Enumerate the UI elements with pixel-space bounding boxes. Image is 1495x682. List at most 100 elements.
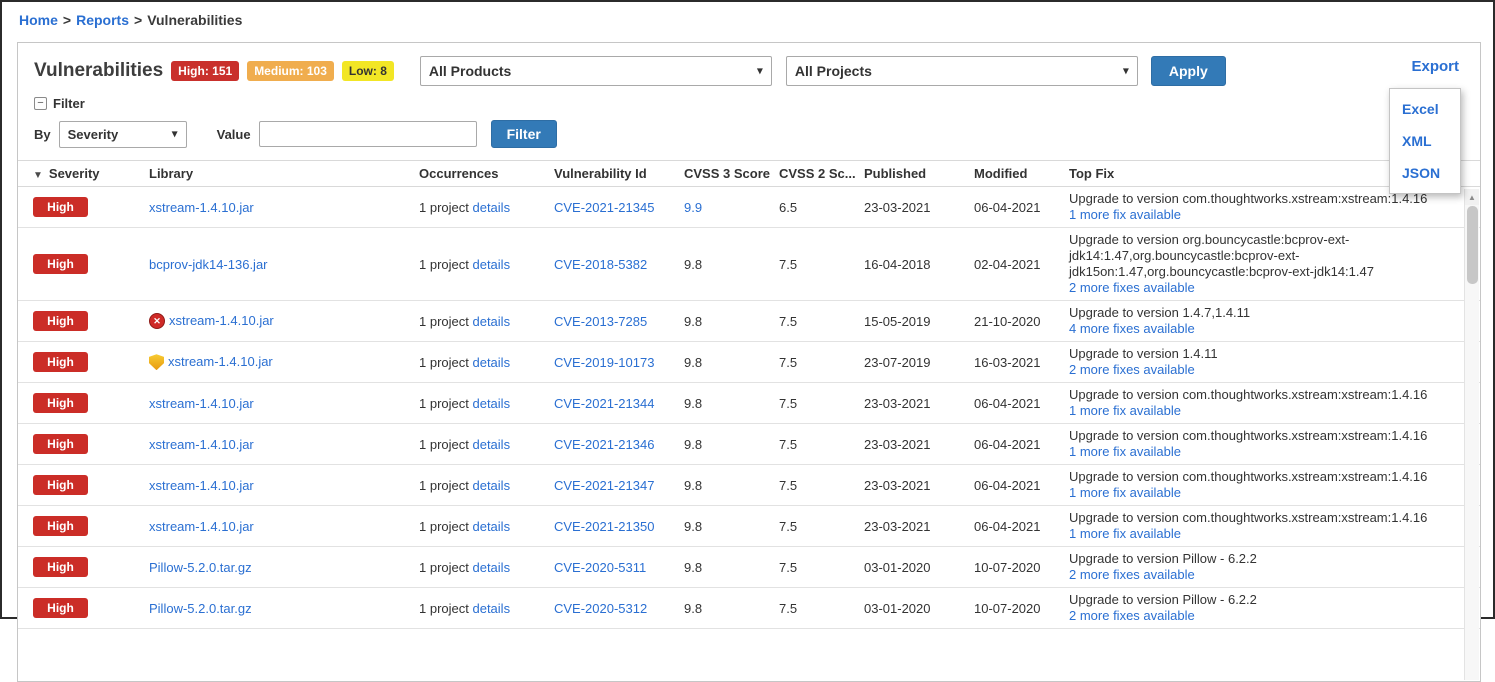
severity-badge: High [33, 598, 88, 618]
vulnerability-report-page: { "colors": { "link_blue": "#2a6fd2", "b… [0, 0, 1495, 619]
vulnerability-id-link[interactable]: CVE-2013-7285 [554, 314, 647, 329]
projects-select[interactable]: All Projects [786, 56, 1138, 86]
library-link[interactable]: xstream-1.4.10.jar [169, 313, 274, 328]
library-link[interactable]: Pillow-5.2.0.tar.gz [149, 560, 252, 575]
vulnerability-id-link[interactable]: CVE-2021-21344 [554, 396, 654, 411]
occurrences-text: 1 project [419, 478, 472, 493]
export-link[interactable]: Export [1411, 58, 1459, 75]
vulnerability-id-link[interactable]: CVE-2021-21347 [554, 478, 654, 493]
filter-value-input[interactable] [259, 121, 477, 147]
top-fix-cell: Upgrade to version 1.4.7,1.4.114 more fi… [1063, 301, 1480, 342]
column-header-vulnerability-id[interactable]: Vulnerability Id [548, 161, 678, 187]
table-row: Highxstream-1.4.10.jar1 project detailsC… [18, 506, 1480, 547]
more-fixes-link[interactable]: 2 more fixes available [1069, 608, 1195, 623]
details-link[interactable]: details [472, 355, 510, 370]
collapse-icon[interactable]: − [34, 97, 47, 110]
library-link[interactable]: xstream-1.4.10.jar [149, 478, 254, 493]
filter-section: − Filter By Severity ▾ Value Filter [18, 96, 1480, 148]
cvss2-score: 7.5 [779, 560, 797, 575]
apply-button[interactable]: Apply [1151, 56, 1226, 86]
scroll-up-icon[interactable]: ▲ [1465, 189, 1479, 205]
details-link[interactable]: details [472, 200, 510, 215]
vulnerability-id-link[interactable]: CVE-2020-5312 [554, 601, 647, 616]
more-fixes-link[interactable]: 1 more fix available [1069, 403, 1181, 418]
details-link[interactable]: details [472, 257, 510, 272]
export-excel-item[interactable]: Excel [1390, 93, 1460, 125]
more-fixes-link[interactable]: 2 more fixes available [1069, 280, 1195, 295]
library-link[interactable]: xstream-1.4.10.jar [149, 437, 254, 452]
vulnerability-id-link[interactable]: CVE-2019-10173 [554, 355, 654, 370]
severity-cell: High [18, 228, 143, 301]
export-json-item[interactable]: JSON [1390, 157, 1460, 189]
column-header-occurrences[interactable]: Occurrences [413, 161, 548, 187]
table-row: Highxstream-1.4.10.jar1 project detailsC… [18, 424, 1480, 465]
library-cell: xstream-1.4.10.jar [143, 465, 413, 506]
library-link[interactable]: bcprov-jdk14-136.jar [149, 257, 268, 272]
column-header-modified[interactable]: Modified [968, 161, 1063, 187]
occurrences-text: 1 project [419, 601, 472, 616]
published-cell: 23-03-2021 [858, 424, 968, 465]
occurrences-text: 1 project [419, 560, 472, 575]
more-fixes-row: 1 more fix available [1069, 207, 1474, 223]
products-select[interactable]: All Products [420, 56, 772, 86]
filter-button[interactable]: Filter [491, 120, 557, 148]
occurrences-cell: 1 project details [413, 301, 548, 342]
table-header-row: ▼Severity Library Occurrences Vulnerabil… [18, 161, 1480, 187]
breadcrumb-current-page: Vulnerabilities [147, 12, 242, 28]
details-link[interactable]: details [472, 478, 510, 493]
filter-section-toggle[interactable]: − Filter [34, 96, 1464, 111]
more-fixes-link[interactable]: 4 more fixes available [1069, 321, 1195, 336]
vulnerability-id-link[interactable]: CVE-2021-21350 [554, 519, 654, 534]
cvss3-score-link[interactable]: 9.9 [684, 200, 702, 215]
scrollbar-thumb[interactable] [1467, 206, 1478, 284]
top-fix-text: Upgrade to version com.thoughtworks.xstr… [1069, 387, 1474, 403]
filter-by-select[interactable]: Severity [59, 121, 187, 148]
more-fixes-link[interactable]: 1 more fix available [1069, 526, 1181, 541]
vulnerability-id-link[interactable]: CVE-2018-5382 [554, 257, 647, 272]
occurrences-cell: 1 project details [413, 383, 548, 424]
library-link[interactable]: xstream-1.4.10.jar [149, 519, 254, 534]
breadcrumb-reports-link[interactable]: Reports [76, 12, 129, 28]
severity-badge: High [33, 352, 88, 372]
library-link[interactable]: xstream-1.4.10.jar [168, 354, 273, 369]
column-header-library[interactable]: Library [143, 161, 413, 187]
details-link[interactable]: details [472, 519, 510, 534]
sort-desc-icon: ▼ [33, 170, 43, 181]
library-link[interactable]: xstream-1.4.10.jar [149, 396, 254, 411]
more-fixes-link[interactable]: 2 more fixes available [1069, 567, 1195, 582]
library-link[interactable]: xstream-1.4.10.jar [149, 200, 254, 215]
vulnerability-id-link[interactable]: CVE-2020-5311 [554, 560, 646, 575]
more-fixes-link[interactable]: 2 more fixes available [1069, 362, 1195, 377]
modified-date: 06-04-2021 [974, 478, 1041, 493]
severity-cell: High [18, 424, 143, 465]
column-header-published[interactable]: Published [858, 161, 968, 187]
column-header-cvss2-score[interactable]: CVSS 2 Sc... [773, 161, 858, 187]
cvss3-score-cell: 9.8 [678, 506, 773, 547]
modified-date: 10-07-2020 [974, 560, 1041, 575]
export-xml-item[interactable]: XML [1390, 125, 1460, 157]
cvss2-score-cell: 7.5 [773, 588, 858, 629]
column-header-cvss3-score[interactable]: CVSS 3 Score [678, 161, 773, 187]
cvss3-score: 9.8 [684, 601, 702, 616]
cvss2-score: 6.5 [779, 200, 797, 215]
library-cell: ✕xstream-1.4.10.jar [143, 301, 413, 342]
severity-badge: High [33, 516, 88, 536]
column-header-severity[interactable]: ▼Severity [18, 161, 143, 187]
details-link[interactable]: details [472, 396, 510, 411]
vulnerability-id-link[interactable]: CVE-2021-21345 [554, 200, 654, 215]
table-scrollbar[interactable]: ▲ [1464, 189, 1479, 680]
more-fixes-row: 4 more fixes available [1069, 321, 1474, 337]
more-fixes-link[interactable]: 1 more fix available [1069, 485, 1181, 500]
vulnerability-id-link[interactable]: CVE-2021-21346 [554, 437, 654, 452]
breadcrumb-home-link[interactable]: Home [19, 12, 58, 28]
details-link[interactable]: details [472, 314, 510, 329]
top-fix-text: Upgrade to version Pillow - 6.2.2 [1069, 551, 1474, 567]
vulnerability-id-cell: CVE-2020-5311 [548, 547, 678, 588]
details-link[interactable]: details [472, 560, 510, 575]
published-date: 23-03-2021 [864, 519, 931, 534]
more-fixes-link[interactable]: 1 more fix available [1069, 444, 1181, 459]
library-link[interactable]: Pillow-5.2.0.tar.gz [149, 601, 252, 616]
details-link[interactable]: details [472, 601, 510, 616]
details-link[interactable]: details [472, 437, 510, 452]
more-fixes-link[interactable]: 1 more fix available [1069, 207, 1181, 222]
